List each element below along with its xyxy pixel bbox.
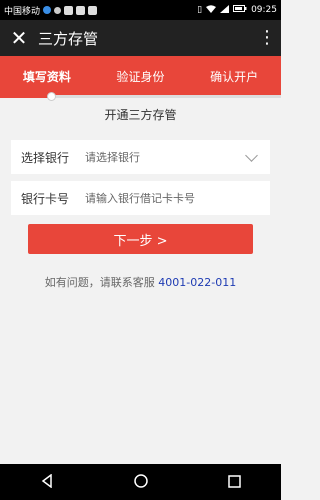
- bank-select-label: 选择银行: [21, 150, 70, 165]
- bank-select-placeholder: 请选择银行: [85, 151, 140, 164]
- vibrate-icon: ▯: [197, 5, 203, 15]
- status-bar: 中国移动 ▯ 09:25: [0, 0, 281, 20]
- step-tabs: 填写资料 验证身份 确认开户: [0, 56, 281, 96]
- browser-icon: [43, 6, 52, 14]
- app-notification-icon: [76, 5, 86, 15]
- card-number-label: 银行卡号: [21, 191, 70, 206]
- card-number-field[interactable]: 银行卡号 请输入银行借记卡卡号: [11, 181, 270, 215]
- close-icon[interactable]: ✕: [0, 20, 38, 56]
- step-progress-bar: [0, 92, 281, 101]
- app-notification-icon: [64, 5, 74, 15]
- chat-icon: [54, 6, 62, 14]
- contact-text: 如有问题，请联系客服: [44, 276, 159, 289]
- wifi-icon: [206, 4, 217, 16]
- step-fill-info: 填写资料: [22, 69, 71, 84]
- step-verify-identity: 验证身份: [116, 69, 165, 84]
- next-button[interactable]: 下一步 >: [28, 224, 253, 254]
- carrier-label: 中国移动: [4, 6, 41, 17]
- clock: 09:25: [251, 5, 277, 15]
- contact-info: 如有问题，请联系客服 4001-022-011: [0, 274, 281, 290]
- battery-icon: [233, 5, 247, 15]
- section-title: 开通三方存管: [104, 108, 177, 122]
- app-notification-icon: [88, 5, 98, 15]
- home-icon[interactable]: [134, 473, 148, 492]
- recent-apps-icon[interactable]: [228, 473, 241, 492]
- chevron-down-icon: [244, 149, 260, 165]
- signal-icon: [220, 4, 230, 16]
- bank-select[interactable]: 选择银行 请选择银行: [11, 140, 270, 174]
- back-icon[interactable]: [40, 473, 54, 492]
- more-vertical-icon[interactable]: ⋮: [253, 20, 281, 56]
- page-title: 三方存管: [38, 29, 99, 48]
- step-confirm-account: 确认开户: [210, 69, 259, 84]
- contact-phone-link[interactable]: 4001-022-011: [158, 276, 236, 289]
- card-number-placeholder: 请输入银行借记卡卡号: [85, 192, 195, 205]
- app-bar: ✕ 三方存管 ⋮: [0, 20, 281, 56]
- system-nav-bar: [0, 464, 281, 500]
- step-progress-fill: [0, 95, 52, 98]
- step-progress-indicator: [47, 92, 56, 101]
